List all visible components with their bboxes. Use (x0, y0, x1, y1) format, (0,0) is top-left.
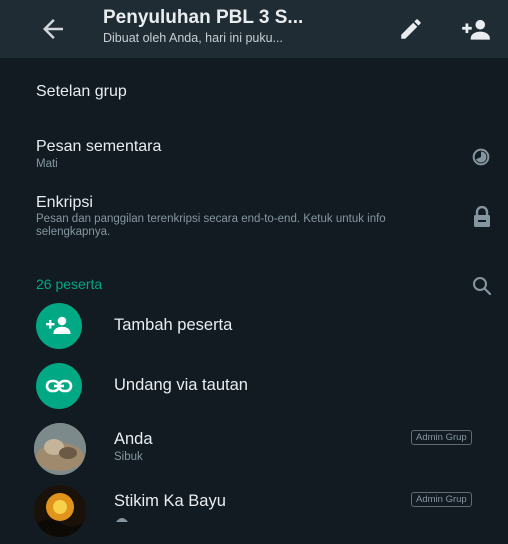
member-row[interactable]: Anda Sibuk Admin Grup (0, 418, 508, 478)
member-name: Anda (114, 430, 153, 448)
add-participant-label: Tambah peserta (114, 316, 233, 334)
disappearing-messages-value: Mati (36, 158, 58, 170)
privacy-section: Pesan sementara Mati Enkripsi Pesan dan … (0, 126, 508, 250)
group-settings-row[interactable]: Setelan grup (0, 68, 508, 118)
encryption-row[interactable]: Enkripsi Pesan dan panggilan terenkripsi… (0, 186, 508, 250)
timer-icon (472, 148, 490, 166)
add-participant-row[interactable]: Tambah peserta (0, 298, 508, 354)
status-emoji-icon (116, 518, 128, 522)
admin-badge: Admin Grup (411, 430, 472, 445)
avatar-photo (34, 485, 86, 537)
invite-link-row[interactable]: Undang via tautan (0, 358, 508, 414)
group-created-subtitle: Dibuat oleh Anda, hari ini puku... (103, 31, 283, 45)
add-participant-icon (462, 19, 490, 40)
edit-button[interactable] (398, 16, 424, 42)
participants-count: 26 peserta (36, 276, 103, 292)
group-title[interactable]: Penyuluhan PBL 3 S... (103, 7, 373, 29)
admin-badge: Admin Grup (411, 492, 472, 507)
search-icon (473, 277, 492, 296)
member-name: Stikim Ka Bayu (114, 492, 226, 510)
group-info-screen: Penyuluhan PBL 3 S... Dibuat oleh Anda, … (0, 0, 508, 544)
link-icon (45, 379, 73, 393)
group-settings-label: Setelan grup (36, 83, 127, 100)
add-participant-icon (46, 316, 71, 334)
avatar (34, 423, 86, 475)
member-status: Sibuk (114, 451, 143, 463)
back-button[interactable] (38, 14, 68, 44)
lock-icon (474, 206, 490, 227)
member-row[interactable]: Stikim Ka Bayu Admin Grup (0, 480, 508, 540)
encryption-label: Enkripsi (36, 194, 93, 211)
add-participant-circle (36, 303, 82, 349)
invite-link-label: Undang via tautan (114, 376, 248, 394)
pencil-icon (401, 19, 421, 39)
encryption-description: Pesan dan panggilan terenkripsi secara e… (36, 213, 386, 238)
disappearing-messages-label: Pesan sementara (36, 138, 162, 155)
avatar-photo (34, 423, 86, 475)
disappearing-messages-row[interactable]: Pesan sementara Mati (0, 126, 508, 184)
search-participants-button[interactable] (470, 274, 494, 298)
add-participant-button[interactable] (460, 16, 492, 42)
arrow-left-icon (43, 19, 63, 39)
avatar (34, 485, 86, 537)
app-bar: Penyuluhan PBL 3 S... Dibuat oleh Anda, … (0, 0, 508, 58)
invite-link-circle (36, 363, 82, 409)
participants-section: 26 peserta Tambah peserta Undang via tau… (0, 258, 508, 544)
